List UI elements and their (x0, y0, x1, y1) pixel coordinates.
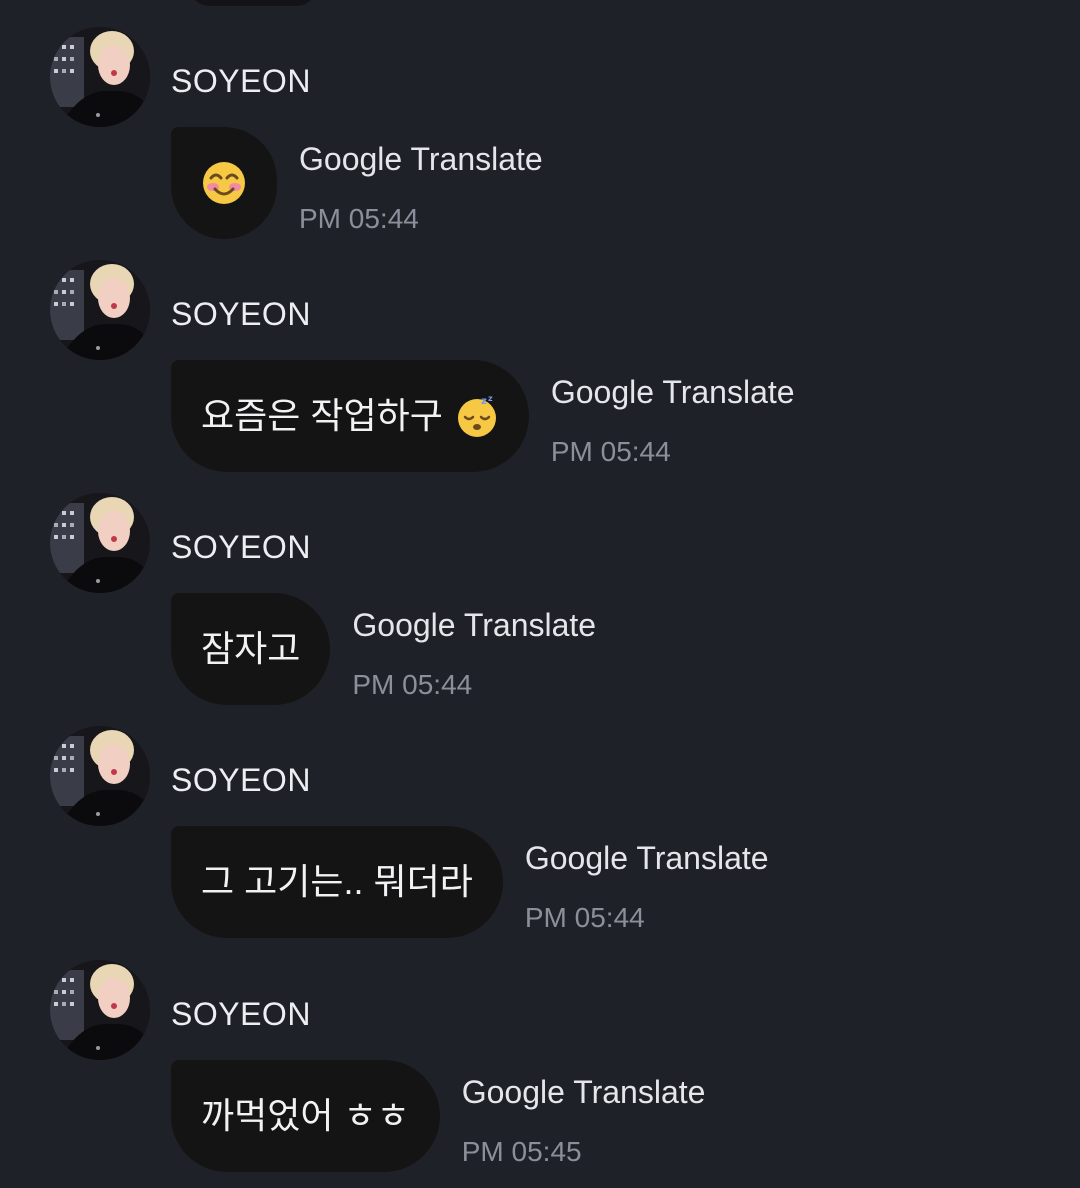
message-bubble[interactable]: 요즘은 작업하구 z z (171, 360, 529, 472)
google-translate-link[interactable]: Google Translate (551, 372, 795, 412)
previous-message-bubble (188, 0, 318, 6)
message-timestamp: PM 05:44 (550, 436, 671, 467)
chat-thread: SOYEON Google Translate PM 05:44 SOYEON … (0, 0, 1080, 1188)
message-text: 요즘은 작업하구 (201, 395, 443, 436)
message-bubble[interactable]: 까먹었어 ㅎㅎ (171, 1060, 440, 1172)
message-bubble[interactable]: 그 고기는.. 뭐더라 (171, 826, 503, 938)
message-timestamp: PM 05:44 (524, 902, 645, 933)
sender-name: SOYEON (171, 762, 311, 798)
sleeping-face-icon: z z (455, 394, 499, 438)
message-timestamp: PM 05:44 (352, 669, 473, 700)
avatar-photo (50, 27, 150, 127)
avatar-photo (50, 726, 150, 826)
google-translate-link[interactable]: Google Translate (299, 139, 543, 179)
sender-name: SOYEON (171, 996, 311, 1032)
avatar[interactable] (50, 27, 150, 127)
sender-name: SOYEON (171, 63, 311, 99)
message-text: 그 고기는.. 뭐더라 (201, 861, 473, 902)
avatar-photo (50, 260, 150, 360)
svg-text:z: z (481, 396, 487, 407)
sender-name: SOYEON (171, 296, 311, 332)
google-translate-link[interactable]: Google Translate (352, 605, 596, 645)
message-text: 까먹었어 ㅎㅎ (201, 1095, 410, 1136)
google-translate-link[interactable]: Google Translate (462, 1072, 706, 1112)
avatar-photo (50, 493, 150, 593)
avatar-photo (50, 960, 150, 1060)
avatar[interactable] (50, 960, 150, 1060)
avatar[interactable] (50, 260, 150, 360)
avatar[interactable] (50, 493, 150, 593)
message-bubble[interactable] (171, 127, 277, 239)
message-bubble[interactable]: 잠자고 (171, 593, 331, 705)
smiling-face-with-smiling-eyes-icon (202, 161, 246, 205)
google-translate-link[interactable]: Google Translate (525, 838, 769, 878)
sender-name: SOYEON (171, 529, 311, 565)
message-timestamp: PM 05:44 (299, 203, 419, 234)
message-timestamp: PM 05:45 (461, 1136, 582, 1167)
avatar[interactable] (50, 726, 150, 826)
message-text: 잠자고 (201, 628, 301, 669)
svg-text:z: z (488, 394, 493, 403)
